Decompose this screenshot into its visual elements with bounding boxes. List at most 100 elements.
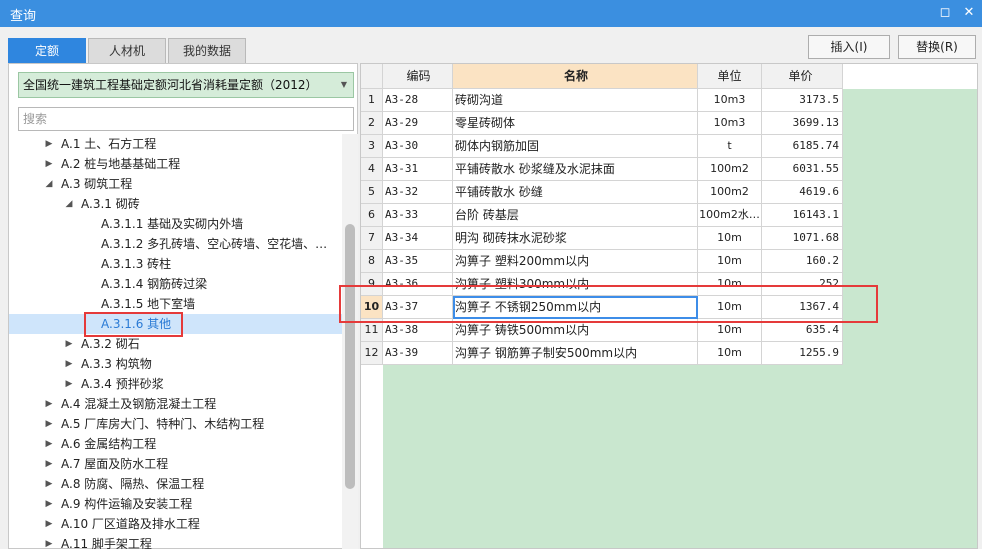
tab-my-data[interactable]: 我的数据	[168, 38, 246, 63]
row-code: A3-32	[383, 181, 453, 204]
collapsed-arrow-icon[interactable]: ▶	[44, 494, 54, 514]
tree-item[interactable]: A.3.1.5 地下室墙	[9, 294, 342, 314]
row-code: A3-37	[383, 296, 453, 319]
tree-item[interactable]: ▶ A.9 构件运输及安装工程	[9, 494, 342, 514]
close-icon[interactable]: ✕	[960, 4, 978, 22]
header-name[interactable]: 名称	[453, 64, 698, 89]
tree-item[interactable]: ▶ A.10 厂区道路及排水工程	[9, 514, 342, 534]
tree-item[interactable]: ▶ A.3.3 构筑物	[9, 354, 342, 374]
row-unit: 10m	[698, 319, 762, 342]
table-row[interactable]: 5 A3-32 平铺砖散水 砂缝 100m2 4619.6	[361, 181, 843, 204]
row-price: 635.4	[762, 319, 843, 342]
table-row[interactable]: 7 A3-34 明沟 砌砖抹水泥砂浆 10m 1071.68	[361, 227, 843, 250]
tree-item[interactable]: A.3.1.1 基础及实砌内外墙	[9, 214, 342, 234]
header-code[interactable]: 编码	[383, 64, 453, 89]
row-name: 明沟 砌砖抹水泥砂浆	[453, 227, 698, 250]
table-row[interactable]: 10 A3-37 沟箅子 不锈钢250mm以内 10m 1367.4	[361, 296, 843, 319]
header-unit[interactable]: 单位	[698, 64, 762, 89]
scrollbar-thumb[interactable]	[345, 224, 355, 489]
row-index: 10	[361, 296, 383, 319]
row-index: 11	[361, 319, 383, 342]
tree-item[interactable]: ◢ A.3.1 砌砖	[9, 194, 342, 214]
row-index: 5	[361, 181, 383, 204]
tree-item[interactable]: ▶ A.11 脚手架工程	[9, 534, 342, 549]
row-code: A3-39	[383, 342, 453, 365]
collapsed-arrow-icon[interactable]: ▶	[64, 374, 74, 394]
quota-library-select[interactable]: 全国统一建筑工程基础定额河北省消耗量定额（2012） ▼	[18, 72, 354, 98]
tree-item[interactable]: ▶ A.7 屋面及防水工程	[9, 454, 342, 474]
tree-item-label: A.3.1 砌砖	[81, 197, 140, 211]
row-code: A3-35	[383, 250, 453, 273]
restore-icon[interactable]: ◻	[936, 4, 954, 22]
row-price: 252	[762, 273, 843, 296]
tree-item-label: A.5 厂库房大门、特种门、木结构工程	[61, 417, 265, 431]
tab-quota[interactable]: 定额	[8, 38, 86, 63]
table-row[interactable]: 6 A3-33 台阶 砖基层 100m2水… 16143.1	[361, 204, 843, 227]
tree-item-label: A.4 混凝土及钢筋混凝土工程	[61, 397, 217, 411]
tree-item[interactable]: A.3.1.6 其他	[9, 314, 342, 334]
collapsed-arrow-icon[interactable]: ▶	[44, 514, 54, 534]
collapsed-arrow-icon[interactable]: ▶	[64, 334, 74, 354]
tree-item-label: A.3.1.4 钢筋砖过梁	[101, 277, 208, 291]
collapsed-arrow-icon[interactable]: ▶	[44, 434, 54, 454]
tree-item[interactable]: ▶ A.1 土、石方工程	[9, 134, 342, 154]
insert-button[interactable]: 插入(I)	[808, 35, 890, 59]
collapsed-arrow-icon[interactable]: ▶	[44, 474, 54, 494]
row-unit: 10m	[698, 250, 762, 273]
tree-item-label: A.3 砌筑工程	[61, 177, 133, 191]
tree-item[interactable]: A.3.1.2 多孔砖墙、空心砖墙、空花墙、填…	[9, 234, 342, 254]
tree-item[interactable]: ▶ A.3.2 砌石	[9, 334, 342, 354]
tree-item[interactable]: ▶ A.6 金属结构工程	[9, 434, 342, 454]
header-price[interactable]: 单价	[762, 64, 843, 89]
tab-materials[interactable]: 人材机	[88, 38, 166, 63]
table-row[interactable]: 9 A3-36 沟箅子 塑料300mm以内 10m 252	[361, 273, 843, 296]
table-row[interactable]: 11 A3-38 沟箅子 铸铁500mm以内 10m 635.4	[361, 319, 843, 342]
table-row[interactable]: 8 A3-35 沟箅子 塑料200mm以内 10m 160.2	[361, 250, 843, 273]
row-unit: t	[698, 135, 762, 158]
expanded-arrow-icon[interactable]: ◢	[64, 194, 74, 214]
row-code: A3-33	[383, 204, 453, 227]
row-index: 1	[361, 89, 383, 112]
row-unit: 10m3	[698, 89, 762, 112]
collapsed-arrow-icon[interactable]: ▶	[44, 454, 54, 474]
row-name: 砖砌沟道	[453, 89, 698, 112]
tree-item[interactable]: ▶ A.3.4 预拌砂浆	[9, 374, 342, 394]
table-row[interactable]: 4 A3-31 平铺砖散水 砂浆缝及水泥抹面 100m2 6031.55	[361, 158, 843, 181]
row-unit: 10m	[698, 227, 762, 250]
table-row[interactable]: 1 A3-28 砖砌沟道 10m3 3173.5	[361, 89, 843, 112]
tree-item[interactable]: ◢ A.3 砌筑工程	[9, 174, 342, 194]
collapsed-arrow-icon[interactable]: ▶	[64, 354, 74, 374]
replace-button[interactable]: 替换(R)	[898, 35, 976, 59]
tree-item[interactable]: A.3.1.3 砖柱	[9, 254, 342, 274]
expanded-arrow-icon[interactable]: ◢	[44, 174, 54, 194]
table-row[interactable]: 3 A3-30 砌体内钢筋加固 t 6185.74	[361, 135, 843, 158]
tree-item[interactable]: ▶ A.5 厂库房大门、特种门、木结构工程	[9, 414, 342, 434]
chapter-tree: ▶ A.1 土、石方工程 ▶ A.2 桩与地基基础工程 ◢ A.3 砌筑工程 ◢ A.3.1 …	[9, 134, 342, 549]
collapsed-arrow-icon[interactable]: ▶	[44, 394, 54, 414]
collapsed-arrow-icon[interactable]: ▶	[44, 414, 54, 434]
collapsed-arrow-icon[interactable]: ▶	[44, 134, 54, 154]
grid-header: 编码 名称 单位 单价	[361, 64, 843, 89]
search-input[interactable]	[18, 107, 354, 131]
tree-item[interactable]: ▶ A.8 防腐、隔热、保温工程	[9, 474, 342, 494]
row-unit: 100m2	[698, 181, 762, 204]
collapsed-arrow-icon[interactable]: ▶	[44, 154, 54, 174]
row-name: 零星砖砌体	[453, 112, 698, 135]
tree-item[interactable]: ▶ A.2 桩与地基基础工程	[9, 154, 342, 174]
table-row[interactable]: 2 A3-29 零星砖砌体 10m3 3699.13	[361, 112, 843, 135]
tree-item-label: A.3.1.2 多孔砖墙、空心砖墙、空花墙、填…	[101, 237, 339, 251]
table-row[interactable]: 12 A3-39 沟箅子 钢筋箅子制安500mm以内 10m 1255.9	[361, 342, 843, 365]
tree-scrollbar[interactable]	[342, 134, 358, 549]
tree-item-label: A.3.1.1 基础及实砌内外墙	[101, 217, 244, 231]
tree-item[interactable]: ▶ A.4 混凝土及钢筋混凝土工程	[9, 394, 342, 414]
tree-item[interactable]: A.3.1.4 钢筋砖过梁	[9, 274, 342, 294]
row-price: 1071.68	[762, 227, 843, 250]
collapsed-arrow-icon[interactable]: ▶	[44, 534, 54, 549]
tree-item-label: A.1 土、石方工程	[61, 137, 157, 151]
row-code: A3-30	[383, 135, 453, 158]
quota-library-value: 全国统一建筑工程基础定额河北省消耗量定额（2012）	[23, 78, 318, 92]
tree-item-label: A.6 金属结构工程	[61, 437, 157, 451]
tree-item-label: A.3.4 预拌砂浆	[81, 377, 164, 391]
row-index: 7	[361, 227, 383, 250]
tree-item-label: A.3.1.6 其他	[101, 317, 172, 331]
